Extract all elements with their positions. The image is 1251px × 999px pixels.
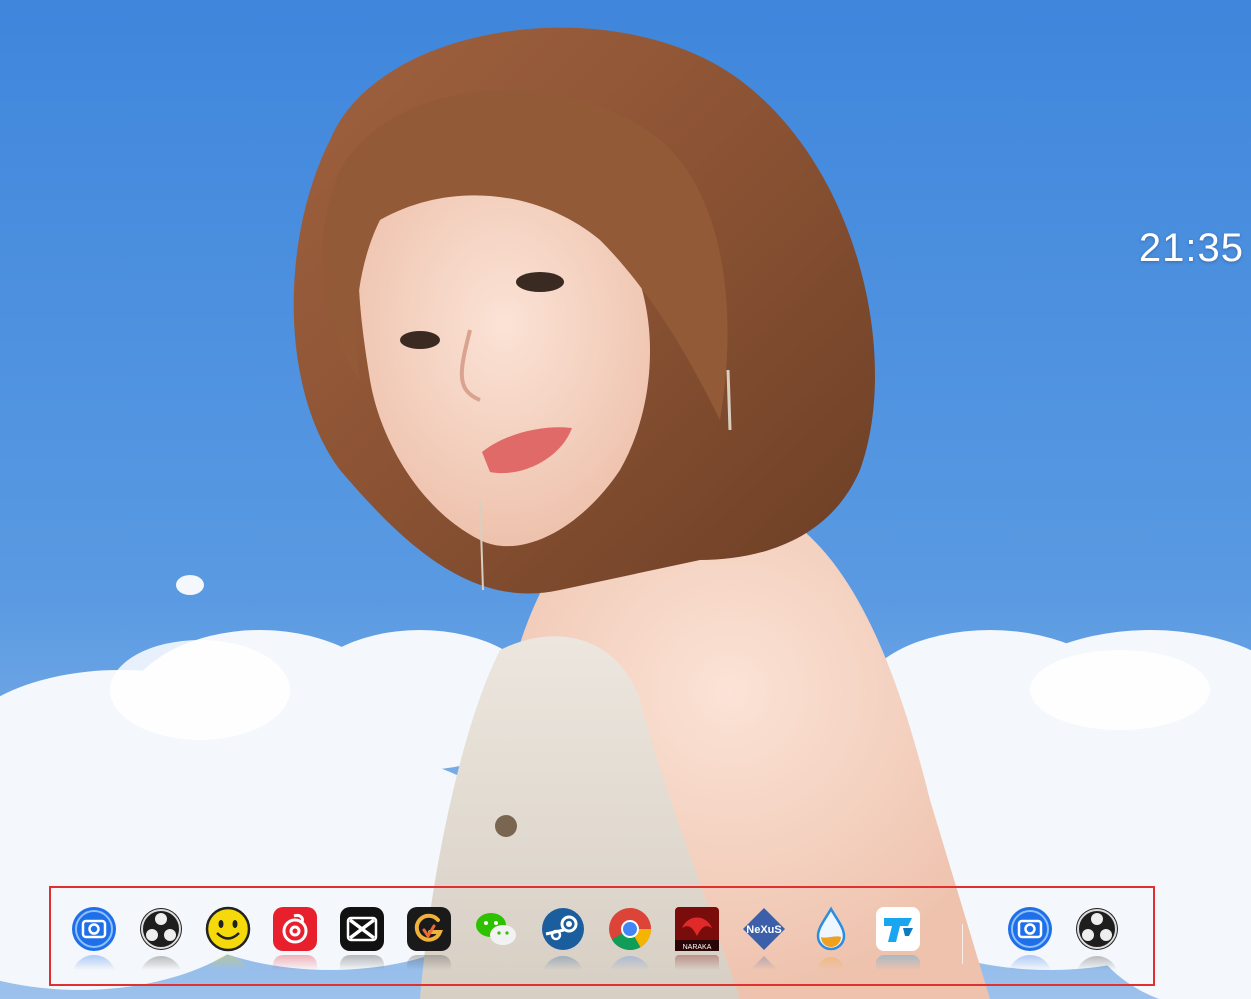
dock-app-droplet[interactable] bbox=[808, 906, 854, 952]
dock-pinned-obs[interactable] bbox=[1074, 906, 1120, 952]
dock-pinned-screenshot[interactable] bbox=[1007, 906, 1053, 952]
obs-icon bbox=[140, 908, 182, 950]
netease-music-icon bbox=[273, 907, 317, 951]
dock-app-naraka[interactable]: NARAKA bbox=[674, 906, 720, 952]
naraka-icon: NARAKA bbox=[675, 907, 719, 951]
desktop-wallpaper bbox=[0, 0, 1251, 999]
dock-app-capcut[interactable] bbox=[339, 906, 385, 952]
wechat-icon bbox=[476, 913, 516, 945]
dock-app-netease-music[interactable] bbox=[272, 906, 318, 952]
taskbar-dock: NARAKA NeXuS bbox=[49, 886, 1155, 986]
dock-app-wechat[interactable] bbox=[473, 906, 519, 952]
obs-icon bbox=[1076, 908, 1118, 950]
nexus-icon: NeXuS bbox=[743, 908, 785, 950]
camera-icon bbox=[72, 907, 116, 951]
dock-app-screenshot[interactable] bbox=[71, 906, 117, 952]
g-app-icon bbox=[407, 907, 451, 951]
naraka-label: NARAKA bbox=[683, 944, 712, 951]
dock-app-g[interactable] bbox=[406, 906, 452, 952]
dock-app-smiley[interactable] bbox=[205, 906, 251, 952]
dock-app-steam[interactable] bbox=[540, 906, 586, 952]
desktop-clock: 21:35 bbox=[1138, 226, 1244, 270]
dock-separator bbox=[962, 924, 963, 964]
dock-app-chrome[interactable] bbox=[607, 906, 653, 952]
dock-app-obs[interactable] bbox=[138, 906, 184, 952]
dock-app-transfer[interactable] bbox=[875, 906, 921, 952]
droplet-icon bbox=[816, 906, 846, 951]
camera-icon bbox=[1008, 907, 1052, 951]
smiley-icon bbox=[205, 906, 251, 952]
nexus-label: NeXuS bbox=[746, 924, 781, 936]
dock-app-nexus[interactable]: NeXuS bbox=[741, 906, 787, 952]
steam-icon bbox=[542, 908, 584, 950]
capcut-icon bbox=[340, 907, 384, 951]
chrome-icon bbox=[609, 908, 651, 951]
transfer-icon bbox=[876, 907, 920, 951]
